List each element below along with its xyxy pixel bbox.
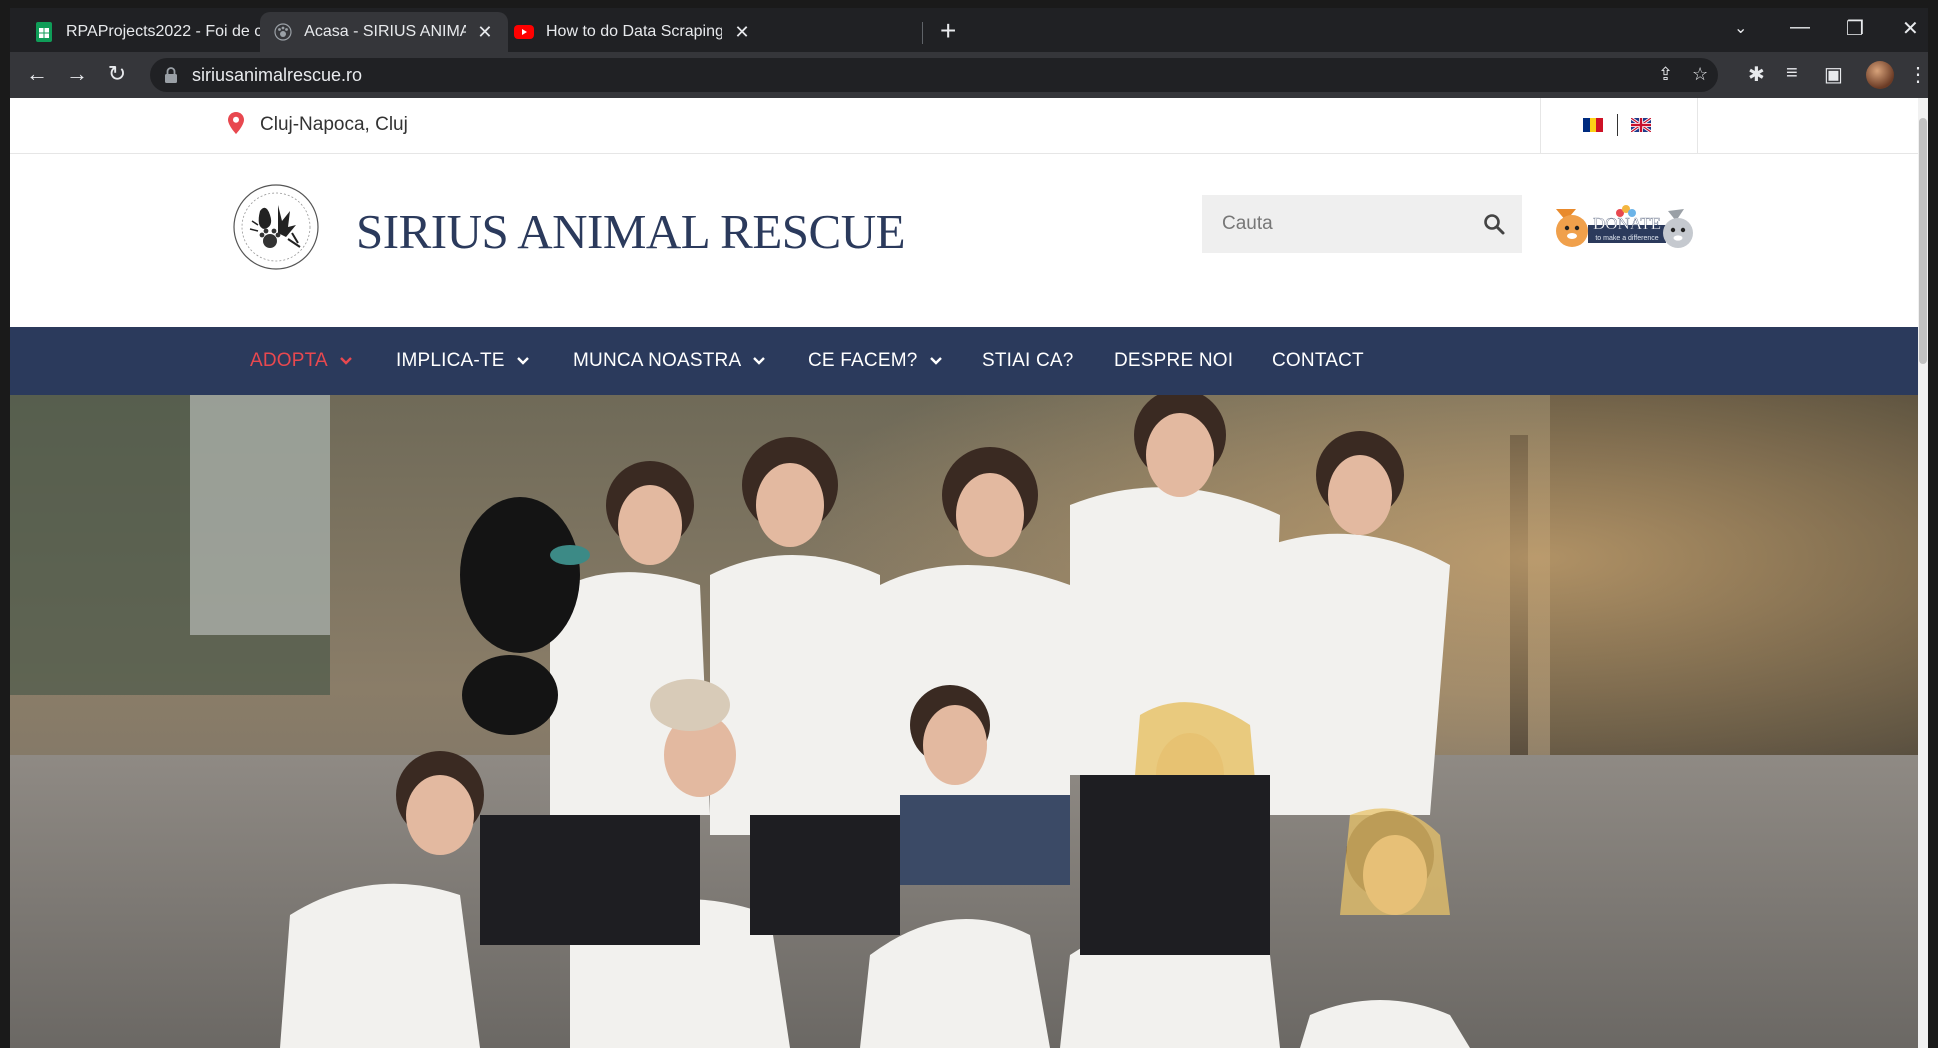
nav-item-despre-noi[interactable]: DESPRE NOI	[1114, 327, 1233, 395]
profile-avatar[interactable]	[1866, 61, 1894, 89]
forward-button[interactable]: →	[64, 61, 90, 87]
tab-separator	[922, 22, 923, 44]
search-box	[1202, 195, 1522, 253]
search-input[interactable]	[1202, 195, 1462, 253]
restore-button[interactable]: ❐	[1846, 16, 1864, 41]
donate-button[interactable]: DONATE to make a difference	[1550, 195, 1700, 255]
close-tab-icon[interactable]: ✕	[476, 22, 494, 43]
location-pin-icon	[228, 112, 244, 134]
nav-label: CE FACEM?	[808, 350, 918, 371]
nav-label: IMPLICA-TE	[396, 350, 505, 371]
bookmark-star-icon[interactable]: ☆	[1692, 64, 1708, 85]
tab-sirius[interactable]: Acasa - SIRIUS ANIMAL RESCUE ✕	[260, 12, 508, 52]
language-separator	[1617, 114, 1618, 136]
nav-label: CONTACT	[1272, 350, 1364, 371]
nav-item-stiai-ca[interactable]: STIAI CA?	[982, 327, 1074, 395]
side-panel-icon[interactable]: ▣	[1824, 62, 1843, 87]
nav-item-ce-facem[interactable]: CE FACEM?	[808, 327, 942, 395]
donate-text: DONATE	[1593, 214, 1661, 233]
chevron-down-icon	[340, 357, 352, 365]
chevron-down-icon	[753, 357, 766, 365]
url-text: siriusanimalrescue.ro	[192, 65, 363, 85]
nav-item-implica-te[interactable]: IMPLICA-TE	[396, 327, 529, 395]
chevron-down-icon	[516, 357, 529, 365]
site-title[interactable]: SIRIUS ANIMAL RESCUE	[356, 203, 906, 260]
site-header: SIRIUS ANIMAL RESCUE DONATE to make a di…	[10, 155, 1918, 327]
new-tab-button[interactable]: +	[940, 17, 956, 45]
menu-icon[interactable]: ⋮	[1908, 62, 1928, 87]
romanian-flag-icon[interactable]	[1583, 118, 1604, 132]
location-text: Cluj-Napoca, Cluj	[260, 114, 408, 135]
nav-item-munca-noastra[interactable]: MUNCA NOASTRA	[573, 327, 766, 395]
reload-button[interactable]: ↻	[104, 61, 130, 87]
nav-label: STIAI CA?	[982, 350, 1074, 371]
lock-icon	[165, 67, 177, 83]
nav-item-contact[interactable]: CONTACT	[1272, 327, 1364, 395]
close-window-button[interactable]: ✕	[1902, 16, 1919, 41]
scrollbar-thumb[interactable]	[1919, 118, 1927, 364]
nav-label: MUNCA NOASTRA	[573, 350, 742, 371]
english-flag-icon[interactable]	[1631, 118, 1651, 132]
nav-label: DESPRE NOI	[1114, 350, 1234, 371]
tab-search-icon[interactable]: ⌄	[1734, 18, 1747, 38]
reading-list-icon[interactable]: ≡	[1786, 62, 1798, 85]
tab-strip: RPAProjects2022 - Foi de calcul G ✕ Acas…	[10, 8, 1928, 52]
language-switcher	[1540, 98, 1698, 154]
browser-window: RPAProjects2022 - Foi de calcul G ✕ Acas…	[10, 8, 1928, 1048]
share-icon[interactable]: ⇪	[1658, 64, 1673, 85]
browser-toolbar: ← → ↻ siriusanimalrescue.ro ⇪ ☆ ✱ ≡ ▣ ⋮	[10, 52, 1928, 98]
donate-subtext: to make a difference	[1595, 235, 1658, 242]
nav-item-adopta[interactable]: ADOPTA	[250, 327, 352, 395]
tab-youtube[interactable]: How to do Data Scraping in UiPa ✕	[500, 12, 766, 52]
tab-title: Acasa - SIRIUS ANIMAL RESCUE	[304, 23, 466, 40]
sheets-icon	[34, 22, 54, 42]
close-tab-icon[interactable]: ✕	[732, 22, 752, 43]
chevron-down-icon	[929, 357, 942, 365]
main-navigation: ADOPTA IMPLICA-TE MUNCA NOASTRA CE FACEM…	[10, 327, 1918, 395]
hero-team-photo	[10, 395, 1918, 1048]
page-scrollbar[interactable]	[1918, 98, 1928, 1048]
back-button[interactable]: ←	[24, 61, 50, 87]
extensions-icon[interactable]: ✱	[1748, 62, 1765, 87]
tab-title: How to do Data Scraping in UiPa	[546, 23, 722, 40]
address-bar[interactable]: siriusanimalrescue.ro ⇪ ☆	[150, 58, 1718, 92]
top-bar: Cluj-Napoca, Cluj	[10, 98, 1918, 154]
site-logo[interactable]	[230, 181, 322, 273]
nav-label: ADOPTA	[250, 350, 328, 371]
search-icon[interactable]	[1482, 212, 1506, 236]
paw-favicon	[274, 22, 292, 42]
youtube-icon	[514, 22, 534, 42]
minimize-button[interactable]: —	[1790, 16, 1810, 39]
web-page: Cluj-Napoca, Cluj SIRIUS ANIMAL RESCUE C…	[10, 98, 1918, 1048]
